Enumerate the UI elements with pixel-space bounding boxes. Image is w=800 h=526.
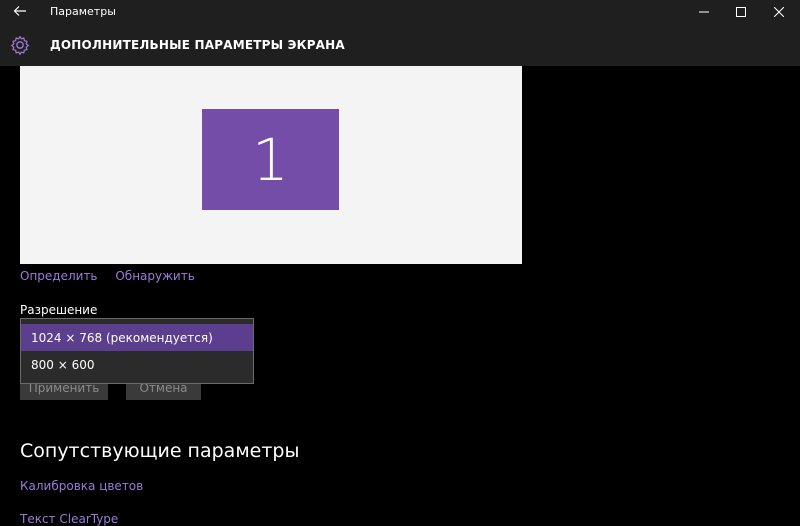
display-arrangement-panel: 1: [20, 66, 522, 264]
monitor-tile[interactable]: 1: [202, 109, 339, 210]
cleartype-text-link[interactable]: Текст ClearType: [20, 512, 118, 526]
arrow-left-icon: [13, 6, 26, 16]
minimize-button[interactable]: [685, 0, 723, 24]
monitor-number: 1: [252, 125, 289, 194]
resolution-option-800x600[interactable]: 800 × 600: [21, 351, 253, 378]
back-button[interactable]: [12, 4, 28, 20]
maximize-button[interactable]: [722, 0, 760, 24]
page-header: ДОПОЛНИТЕЛЬНЫЕ ПАРАМЕТРЫ ЭКРАНА: [0, 24, 800, 66]
resolution-dropdown-list[interactable]: 1024 × 768 (рекомендуется) 800 × 600: [20, 318, 254, 384]
detect-link[interactable]: Обнаружить: [115, 269, 194, 283]
resolution-label: Разрешение: [20, 303, 98, 317]
title-bar: Параметры: [0, 0, 800, 24]
close-icon: [774, 7, 784, 17]
gear-icon: [11, 35, 29, 55]
color-calibration-link[interactable]: Калибровка цветов: [20, 479, 143, 493]
app-title: Параметры: [50, 5, 116, 18]
maximize-icon: [736, 7, 746, 17]
resolution-option-1024x768[interactable]: 1024 × 768 (рекомендуется): [21, 324, 253, 351]
identify-link[interactable]: Определить: [20, 269, 98, 283]
display-links: Определить Обнаружить: [20, 269, 209, 283]
minimize-icon: [699, 11, 709, 13]
page-title: ДОПОЛНИТЕЛЬНЫЕ ПАРАМЕТРЫ ЭКРАНА: [50, 38, 345, 52]
related-settings-title: Сопутствующие параметры: [20, 440, 300, 462]
close-button[interactable]: [760, 0, 798, 24]
